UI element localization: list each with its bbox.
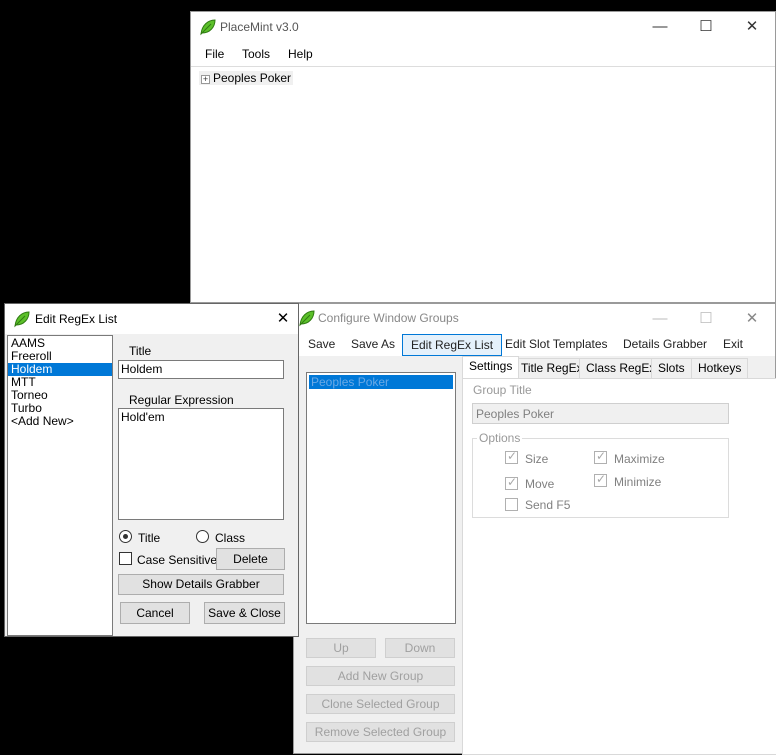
delete-button[interactable]: Delete — [216, 548, 285, 570]
settings-panel: Group Title Peoples Poker Options Size M… — [462, 378, 776, 755]
title-label: Title — [129, 344, 152, 358]
case-sensitive-checkbox[interactable] — [119, 552, 132, 565]
remove-selected-group-button[interactable]: Remove Selected Group — [306, 722, 455, 742]
add-new-group-button[interactable]: Add New Group — [306, 666, 455, 686]
cfg-menubar: Save Save As Edit RegEx List Edit Slot T… — [294, 334, 775, 356]
send-f5-checkbox[interactable] — [505, 498, 518, 511]
save-close-button[interactable]: Save & Close — [204, 602, 285, 624]
maximize-button[interactable]: ☐ — [683, 304, 729, 334]
leaf-app-icon — [299, 310, 315, 327]
close-button[interactable]: ✕ — [268, 304, 298, 334]
title-input[interactable]: Holdem — [118, 360, 284, 379]
close-button[interactable]: ✕ — [729, 304, 775, 334]
class-radio-label: Class — [215, 531, 246, 545]
minimize-label: Minimize — [614, 475, 662, 489]
maximize-label: Maximize — [614, 452, 665, 466]
move-checkbox[interactable] — [505, 475, 518, 490]
leaf-app-icon — [14, 311, 30, 328]
menu-tools[interactable]: Tools — [242, 47, 270, 61]
menu-details-grabber[interactable]: Details Grabber — [615, 334, 715, 356]
edit-dialog-title: Edit RegEx List — [35, 312, 118, 326]
group-list[interactable]: Peoples Poker — [306, 372, 456, 624]
main-window-title: PlaceMint v3.0 — [220, 20, 299, 34]
menu-file[interactable]: File — [205, 47, 224, 61]
regex-label: Regular Expression — [129, 393, 234, 407]
edit-regex-list-dialog: Edit RegEx List ✕ AAMS Freeroll Holdem M… — [4, 303, 299, 637]
title-radio-label: Title — [138, 531, 161, 545]
size-label: Size — [525, 452, 549, 466]
expand-icon[interactable]: + — [201, 75, 210, 84]
menu-help[interactable]: Help — [288, 47, 313, 61]
menu-edit-slot-templates[interactable]: Edit Slot Templates — [497, 334, 616, 356]
tab-slots[interactable]: Slots — [651, 358, 692, 378]
class-radio[interactable] — [196, 530, 209, 543]
main-titlebar[interactable]: PlaceMint v3.0 — ☐ ✕ — [191, 12, 775, 42]
tab-class-regex[interactable]: Class RegEx — [579, 358, 663, 378]
tree-node-label: Peoples Poker — [213, 71, 292, 85]
menu-save-as[interactable]: Save As — [343, 334, 403, 356]
group-title-label: Group Title — [473, 383, 532, 397]
menu-exit[interactable]: Exit — [715, 334, 751, 356]
size-checkbox[interactable] — [505, 449, 518, 464]
configure-window-groups: Configure Window Groups — ☐ ✕ Save Save … — [293, 303, 776, 755]
group-list-item[interactable]: Peoples Poker — [309, 375, 453, 389]
maximize-button[interactable]: ☐ — [683, 12, 729, 42]
cfg-titlebar[interactable]: Configure Window Groups — ☐ ✕ — [294, 304, 775, 334]
cfg-window-title: Configure Window Groups — [318, 311, 459, 325]
up-button[interactable]: Up — [306, 638, 376, 658]
leaf-app-icon — [200, 19, 216, 36]
edit-titlebar[interactable]: Edit RegEx List ✕ — [5, 304, 298, 334]
cancel-button[interactable]: Cancel — [120, 602, 190, 624]
minimize-checkbox[interactable] — [594, 472, 607, 487]
case-sensitive-label: Case Sensitive — [137, 553, 218, 567]
minimize-button[interactable]: — — [637, 12, 683, 42]
down-button[interactable]: Down — [385, 638, 455, 658]
group-title-field[interactable]: Peoples Poker — [472, 403, 729, 424]
tree-node-peoples-poker[interactable]: + Peoples Poker — [199, 71, 294, 85]
move-label: Move — [525, 477, 555, 491]
title-radio[interactable] — [119, 530, 132, 543]
clone-selected-group-button[interactable]: Clone Selected Group — [306, 694, 455, 714]
options-legend: Options — [477, 431, 523, 445]
list-item-add-new[interactable]: <Add New> — [8, 415, 112, 428]
menu-edit-regex-list[interactable]: Edit RegEx List — [402, 334, 503, 356]
main-menubar: File Tools Help — [191, 44, 775, 64]
menu-save[interactable]: Save — [300, 334, 343, 356]
tree-view[interactable]: + Peoples Poker — [191, 66, 775, 302]
tab-settings[interactable]: Settings — [462, 356, 520, 378]
close-button[interactable]: ✕ — [729, 12, 775, 42]
minimize-button[interactable]: — — [637, 304, 683, 334]
show-details-grabber-button[interactable]: Show Details Grabber — [118, 574, 284, 595]
regex-textarea[interactable]: Hold'em — [118, 408, 284, 520]
placemint-main-window: PlaceMint v3.0 — ☐ ✕ File Tools Help + Pe… — [190, 11, 776, 303]
regex-list[interactable]: AAMS Freeroll Holdem MTT Torneo Turbo <A… — [7, 335, 113, 636]
maximize-checkbox[interactable] — [594, 449, 607, 464]
tab-hotkeys[interactable]: Hotkeys — [691, 358, 749, 378]
send-f5-label: Send F5 — [525, 498, 571, 512]
